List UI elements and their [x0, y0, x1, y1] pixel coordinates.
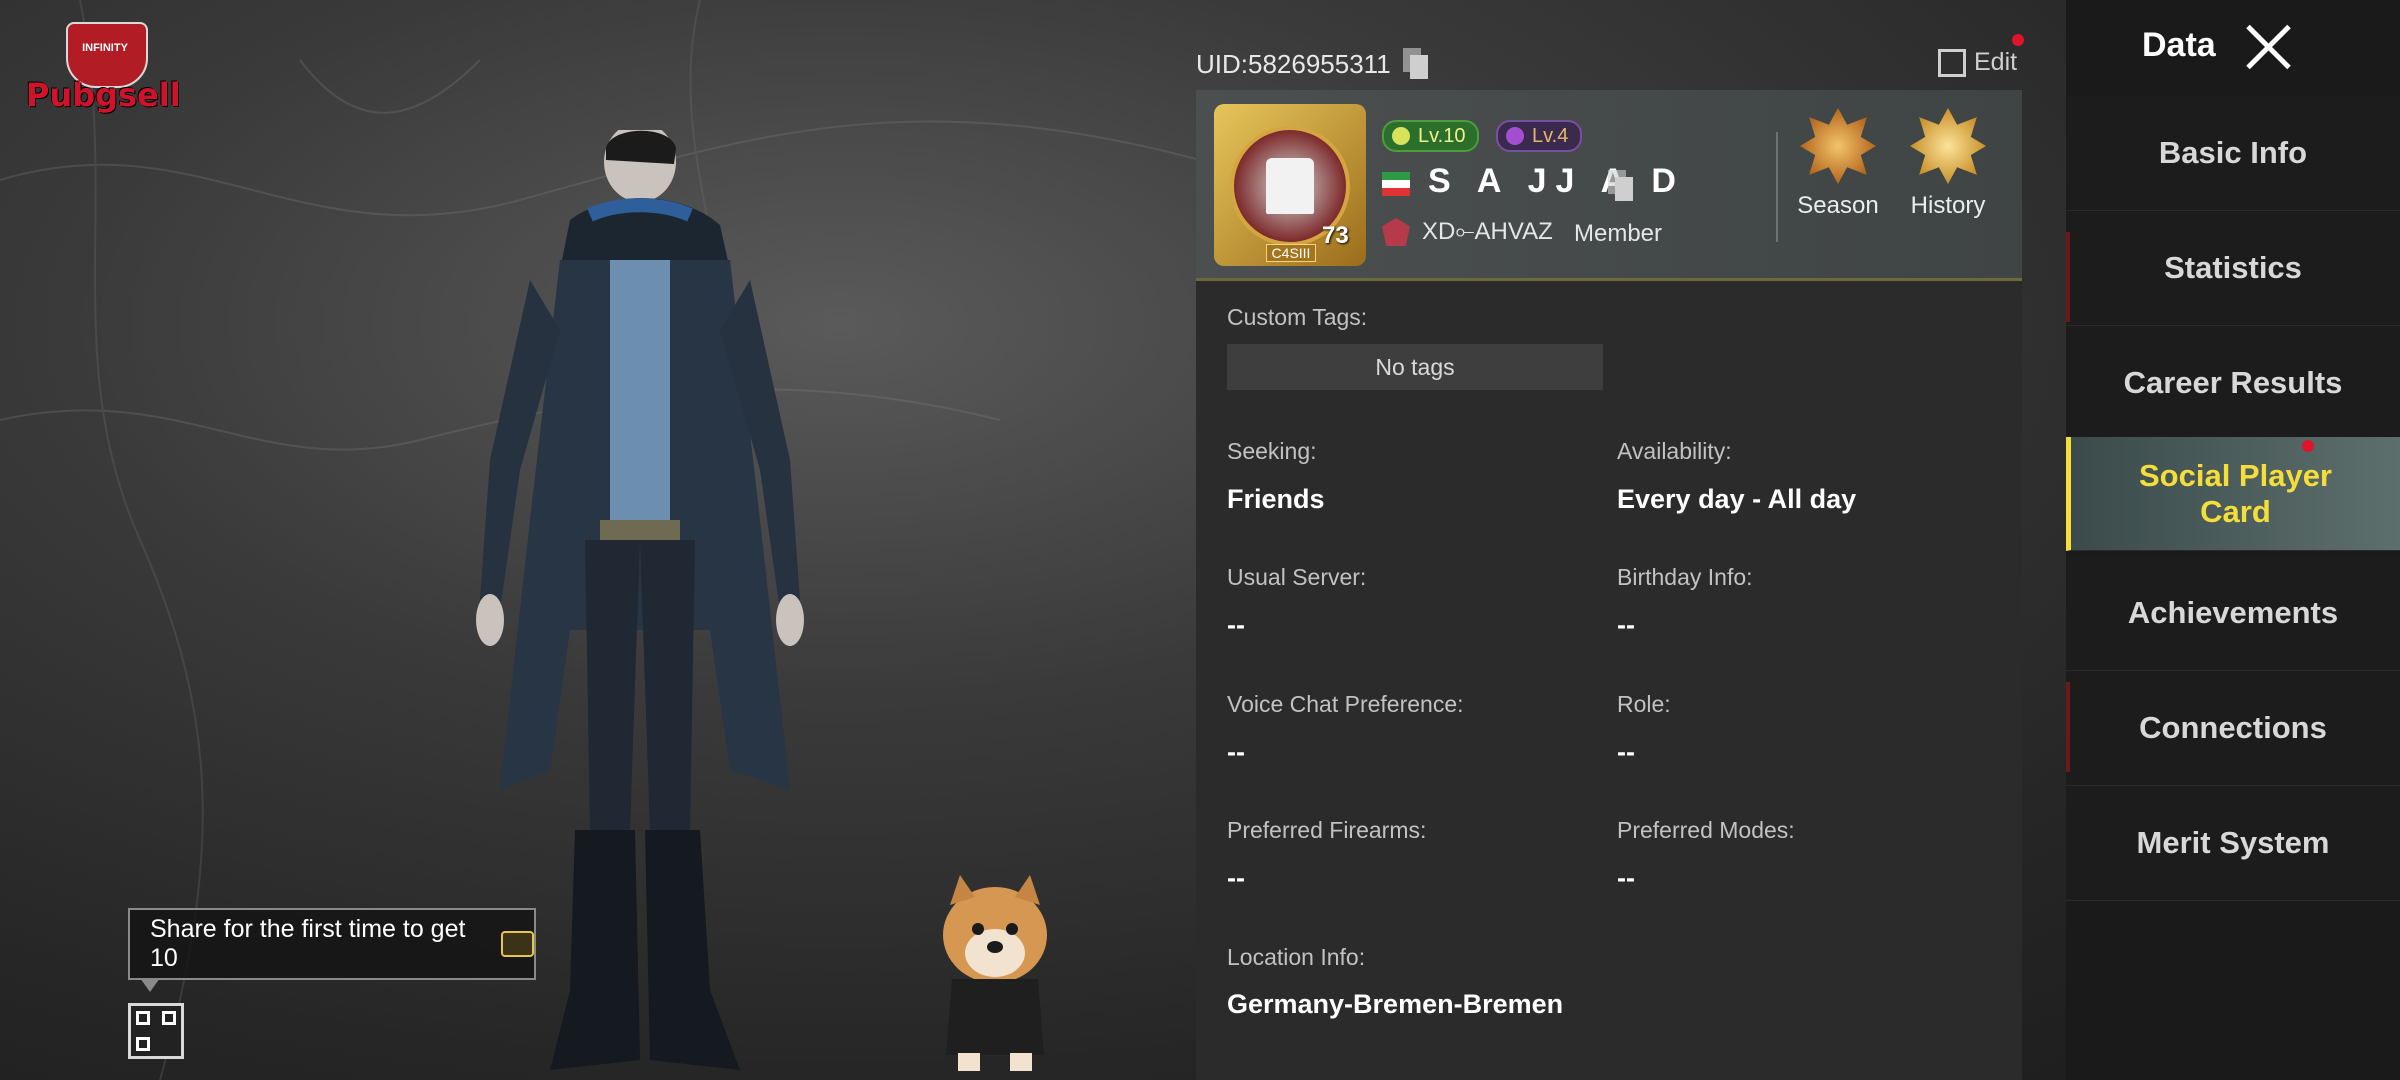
clan-emblem-icon: [1382, 218, 1410, 246]
availability-label: Availability:: [1617, 438, 1732, 464]
custom-tags-label: Custom Tags:: [1227, 304, 1368, 330]
sidebar-title: Data: [2142, 26, 2216, 64]
availability-value: Every day - All day: [1617, 484, 1857, 514]
secondary-level-badge: Lv.4: [1496, 120, 1583, 152]
logo-brand: Pubgsell: [26, 76, 181, 114]
level-text: Lv.10: [1418, 124, 1466, 147]
pet-companion: [943, 875, 1047, 1071]
birthday-label: Birthday Info:: [1617, 564, 1753, 590]
share-reward-tooltip: Share for the first time to get 10: [128, 908, 536, 992]
sidebar-item-merit-system[interactable]: Merit System: [2066, 786, 2400, 901]
location-value: Germany-Bremen-Bremen: [1227, 989, 1564, 1019]
level-badge: Lv.10: [1382, 120, 1480, 152]
sidebar-item-social-player-card[interactable]: Social Player Card: [2066, 437, 2400, 551]
qr-code-share-button[interactable]: [128, 1003, 184, 1059]
season-emblem-icon: [1800, 108, 1876, 184]
share-tooltip-text: Share for the first time to get 10: [150, 915, 466, 972]
birthday-value: --: [1617, 610, 1635, 640]
usual-server-label: Usual Server:: [1227, 564, 1367, 590]
history-label: History: [1910, 192, 1986, 219]
voice-chat-label: Voice Chat Preference:: [1227, 691, 1464, 717]
uid-text: UID:5826955311: [1196, 48, 1391, 79]
voice-chat-value: --: [1227, 737, 1245, 767]
copy-name-icon[interactable]: [1608, 170, 1634, 202]
watermark-logo: INFINITY Pubgsell: [20, 22, 181, 117]
flame-icon: [1506, 127, 1524, 145]
edit-notification-dot: [2012, 34, 2024, 46]
sidebar-item-connections[interactable]: Connections: [2066, 671, 2400, 786]
firearms-value: --: [1227, 863, 1245, 893]
seeking-value: Friends: [1227, 484, 1325, 514]
seeking-label: Seeking:: [1227, 438, 1317, 464]
avatar-tier-badge: C4SIII: [1266, 244, 1316, 262]
custom-tags-box: No tags: [1227, 344, 1603, 390]
ticket-icon: [500, 931, 534, 957]
season-button[interactable]: Season: [1788, 108, 1888, 220]
sidebar-item-label: Social Player Card: [2138, 457, 2332, 529]
location-label: Location Info:: [1227, 944, 1366, 970]
social-card-notification-dot: [2302, 440, 2314, 452]
firearms-label: Preferred Firearms:: [1227, 817, 1427, 843]
uid-row: UID:5826955311: [1196, 48, 1429, 80]
role-value: --: [1617, 737, 1635, 767]
secondary-level-text: Lv.4: [1532, 124, 1569, 147]
close-icon[interactable]: [2244, 22, 2294, 72]
qr-corner-icon: [136, 1037, 150, 1051]
profile-card: 73 C4SIII Lv.10 Lv.4 S A JJ A D XD⟜AHVAZ…: [1196, 90, 2022, 281]
copy-uid-icon[interactable]: [1402, 48, 1429, 80]
season-label: Season: [1797, 192, 1879, 219]
logo-subtitle: INFINITY: [82, 42, 128, 54]
sidebar-accent-bar: [2066, 232, 2070, 322]
sidebar-item-career-results[interactable]: Career Results: [2066, 326, 2400, 441]
modes-value: --: [1617, 863, 1635, 893]
avatar-frame[interactable]: 73 C4SIII: [1214, 104, 1366, 266]
sidebar-accent-bar: [2066, 682, 2070, 772]
sidebar-item-achievements[interactable]: Achievements: [2066, 556, 2400, 671]
player-name: S A JJ A D: [1428, 162, 1685, 200]
edit-label: Edit: [1974, 48, 2018, 76]
sidebar-item-statistics[interactable]: Statistics: [2066, 211, 2400, 326]
usual-server-value: --: [1227, 610, 1245, 640]
edit-icon: [1938, 48, 1966, 77]
profile-divider: [1776, 132, 1778, 242]
country-flag-icon: [1382, 172, 1410, 196]
edit-button[interactable]: Edit: [1938, 48, 2017, 77]
qr-corner-icon: [162, 1011, 176, 1025]
qr-corner-icon: [136, 1011, 150, 1025]
history-button[interactable]: History: [1898, 108, 1998, 220]
history-emblem-icon: [1910, 108, 1986, 184]
sidebar-item-basic-info[interactable]: Basic Info: [2066, 96, 2400, 211]
role-label: Role:: [1617, 691, 1671, 717]
clan-name[interactable]: XD⟜AHVAZ: [1422, 218, 1553, 246]
modes-label: Preferred Modes:: [1617, 817, 1795, 843]
avatar-level: 73: [1322, 222, 1349, 249]
level-icon: [1392, 127, 1410, 145]
clan-role: Member: [1574, 220, 1663, 247]
